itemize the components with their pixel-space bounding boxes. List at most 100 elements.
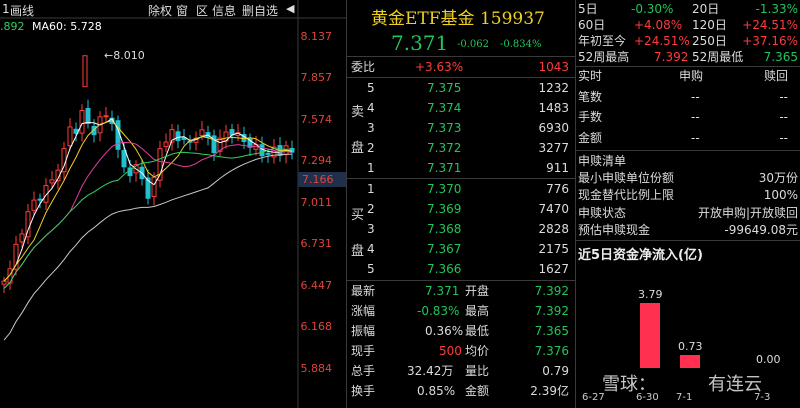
ask-row[interactable]: 3 7.373 6930	[347, 118, 575, 138]
watermark-text: 雪球：	[602, 374, 656, 395]
bid-row[interactable]: 2 7.369 7470	[347, 199, 575, 219]
perf-value: +24.51%	[634, 34, 690, 48]
bid-row[interactable]: 4 7.367 2175	[347, 239, 575, 259]
weibi-label: 委比	[351, 60, 376, 74]
ask-level: 1	[367, 161, 375, 175]
ask-row[interactable]: 2 7.372 3277	[347, 138, 575, 158]
candle-body	[103, 115, 109, 118]
stat-row: 换手 0.85% 金额 2.39亿	[347, 381, 575, 401]
flow-bar-label: 3.79	[638, 288, 663, 301]
candle-body	[19, 233, 25, 243]
redeem-label: 现金替代比例上限	[578, 188, 675, 202]
realtime-value: --	[779, 110, 788, 124]
stat-label: 量比	[465, 364, 490, 378]
ask-row[interactable]: 4 7.374 1483	[347, 98, 575, 118]
ma-legend: .892 MA60: 5.728	[0, 20, 102, 33]
perf-row: 年初至今 +24.51% 250日 +37.16%	[576, 33, 800, 49]
bid-price: 7.369	[427, 202, 462, 216]
stat-label: 总手	[351, 364, 376, 378]
ask-price: 7.372	[427, 141, 462, 155]
bid-price: 7.367	[427, 242, 462, 256]
flow-bar	[640, 303, 660, 368]
perf-row: 52周最高 7.392 52周最低 7.365	[576, 49, 800, 65]
perf-label: 年初至今	[578, 34, 627, 48]
quote-panel: 黄金ETF基金 159937 7.371 -0.062 -0.834% 委比 +…	[346, 0, 576, 408]
axis-label: 6.447	[300, 279, 333, 292]
realtime-label: 手数	[578, 110, 603, 124]
ask-level: 2	[367, 141, 375, 155]
flow-x-label: 7-1	[676, 392, 693, 403]
stat-label: 换手	[351, 384, 376, 398]
realtime-title: 实时	[578, 69, 603, 83]
redeem-value: 30万份	[758, 171, 798, 185]
bid-volume: 2828	[538, 222, 569, 236]
realtime-label: 笔数	[578, 90, 603, 104]
redeem-label: 申赎状态	[578, 206, 627, 220]
peak-arrow-icon: ←	[104, 49, 114, 62]
stat-value: 2.39亿	[530, 384, 569, 398]
realtime-value: --	[691, 110, 700, 124]
bid-row[interactable]: 1 7.370 776	[347, 179, 575, 199]
perf-label: 60日	[578, 18, 606, 32]
perf-row: 5日 -0.30% 20日 -1.33%	[576, 1, 800, 17]
perf-value: 7.365	[763, 50, 798, 64]
ma-prefix-value: .892	[0, 20, 25, 33]
perf-label: 120日	[692, 18, 727, 32]
weibi-value: 1043	[538, 60, 569, 74]
axis-label: 7.574	[300, 113, 333, 126]
perf-value: +24.51%	[742, 18, 798, 32]
info-button[interactable]: 信息	[212, 2, 236, 19]
stat-row: 现手 500 均价 7.376	[347, 341, 575, 361]
candle-body	[49, 179, 55, 184]
stat-value: 0.36%	[425, 324, 464, 338]
bid-row[interactable]: 5 7.366 1627	[347, 259, 575, 279]
candle-body	[199, 129, 205, 137]
stat-value: 7.365	[534, 324, 569, 338]
window-button[interactable]: 窗	[176, 2, 188, 19]
kline-chart[interactable]: 1 画线 除权 窗 区 信息 删自选 ◀ .892 MA60: 5.728 8.…	[0, 0, 346, 408]
kline-canvas[interactable]	[0, 0, 346, 408]
candle-body	[37, 198, 43, 201]
last-price: 7.371	[391, 31, 449, 55]
bid-row[interactable]: 3 7.368 2828	[347, 219, 575, 239]
axis-label: 6.731	[300, 237, 333, 250]
bid-volume: 1627	[538, 262, 569, 276]
redeem-title-text: 申赎清单	[578, 154, 627, 168]
bid-level: 3	[367, 222, 375, 236]
realtime-value: --	[779, 90, 788, 104]
peak-candle	[82, 55, 88, 88]
redeem-title: 申赎清单	[576, 153, 800, 169]
ask-row[interactable]: 1 7.371 911	[347, 158, 575, 178]
weibi-pct: +3.63%	[415, 60, 464, 74]
realtime-value: --	[691, 90, 700, 104]
redeem-value: -99649.08元	[724, 223, 798, 237]
price-change: -0.062	[457, 39, 490, 50]
candle-body	[163, 141, 169, 148]
ask-volume: 3277	[538, 141, 569, 155]
perf-row: 60日 +4.08% 120日 +24.51%	[576, 17, 800, 33]
peak-label: ←8.010	[104, 49, 145, 62]
axis-label: 7.857	[300, 71, 333, 84]
stat-value: 0.79	[542, 364, 569, 378]
ask-price: 7.373	[427, 121, 462, 135]
ex-rights-button[interactable]: 除权	[148, 2, 172, 19]
perf-label: 5日	[578, 2, 598, 16]
candle-body	[151, 176, 157, 198]
info-panel: 5日 -0.30% 20日 -1.33% 60日 +4.08% 120日 +24…	[576, 0, 800, 408]
ask-level: 4	[367, 101, 375, 115]
stat-label: 现手	[351, 344, 376, 358]
redeem-header: 赎回	[763, 69, 788, 83]
redeem-row: 现金替代比例上限 100%	[576, 187, 800, 203]
perf-label: 20日	[692, 2, 720, 16]
ask-row[interactable]: 5 7.375 1232	[347, 78, 575, 98]
bid-price: 7.370	[427, 182, 462, 196]
stat-label: 最新	[351, 284, 376, 298]
collapse-arrow-icon[interactable]: ◀	[286, 2, 294, 15]
price-change-pct: -0.834%	[500, 39, 542, 50]
candle-body	[265, 152, 271, 155]
range-button[interactable]: 区	[196, 2, 208, 19]
chart-toolbar: 1 画线 除权 窗 区 信息 删自选 ◀	[0, 0, 300, 18]
candle-body	[79, 109, 85, 134]
remove-watchlist-button[interactable]: 删自选	[242, 2, 278, 19]
draw-line-button[interactable]: 画线	[10, 2, 34, 19]
